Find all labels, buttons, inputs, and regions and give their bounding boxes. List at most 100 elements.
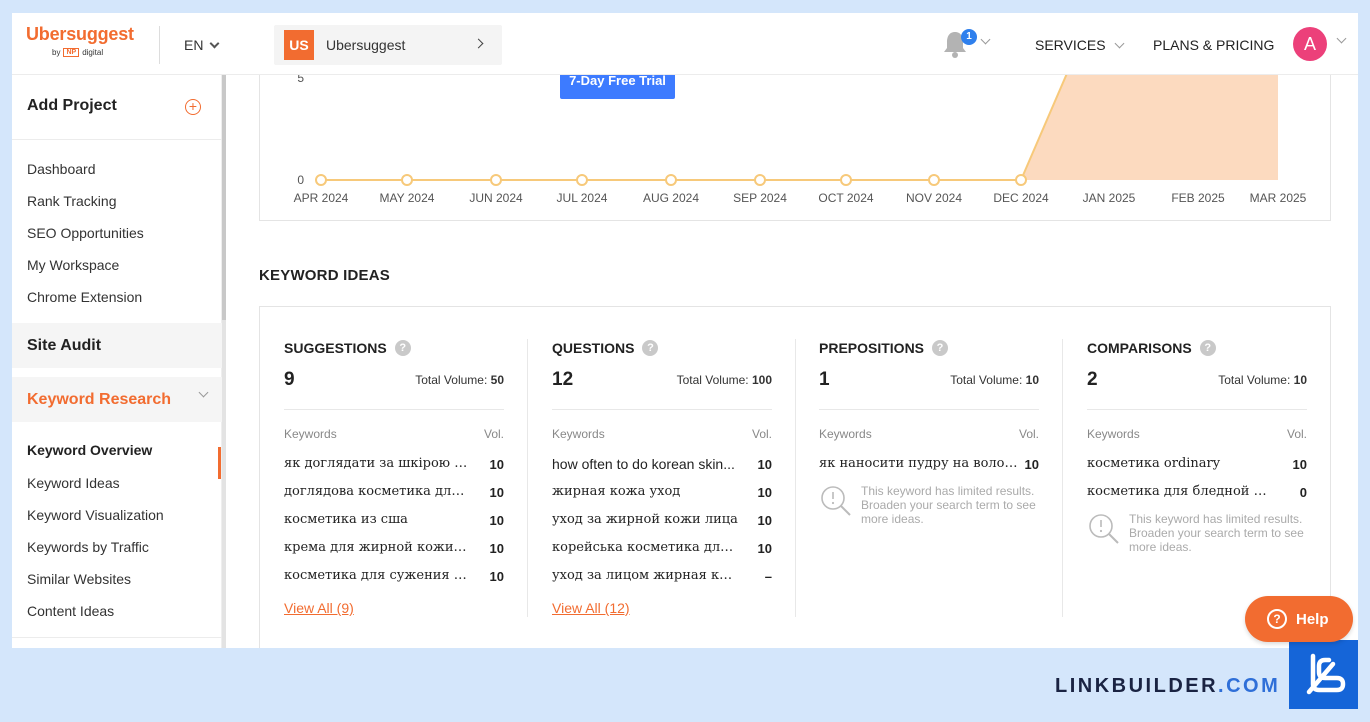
plus-circle-icon[interactable]: + (185, 99, 201, 115)
sidebar-section-site-audit[interactable]: Site Audit (12, 323, 222, 368)
keywords-header: Keywords (284, 427, 337, 441)
divider (1087, 409, 1307, 410)
project-badge: US (284, 30, 314, 60)
linkbuilder-logo-icon (1289, 640, 1358, 709)
help-circle-icon[interactable]: ? (394, 340, 411, 356)
keyword-volume: 10 (757, 541, 772, 556)
comparisons-count: 2 (1087, 369, 1098, 390)
column-title: PREPOSITIONS ? (819, 340, 949, 356)
ubersuggest-app: Ubersuggest by NP digital EN US Ubersugg… (12, 13, 1358, 648)
keyword-text: косметика из сша (284, 512, 408, 527)
x-tick-label: OCT 2024 (818, 191, 873, 205)
sidebar-item-my-workspace[interactable]: My Workspace (27, 257, 119, 273)
magnifier-alert-icon (1089, 514, 1119, 544)
vol-header: Vol. (1018, 427, 1039, 441)
list-item[interactable]: уход за жирной кожи лица 10 (552, 512, 772, 532)
list-item[interactable]: косметика для бледной кожи 0 (1087, 484, 1307, 504)
list-item[interactable]: how often to do korean skin... 10 (552, 456, 772, 476)
keyword-research-label[interactable]: Keyword Research (27, 391, 171, 409)
ubersuggest-logo[interactable]: Ubersuggest by NP digital (26, 24, 150, 57)
total-volume-label: Total Volume: (1218, 373, 1291, 387)
list-item[interactable]: корейська косметика для обл... 10 (552, 540, 772, 560)
keyword-volume: 10 (1024, 457, 1039, 472)
total-volume-value: 10 (1293, 373, 1307, 387)
project-selector[interactable]: US Ubersuggest (274, 25, 502, 65)
sidebar-item-keyword-visualization[interactable]: Keyword Visualization (27, 507, 164, 523)
chevron-down-icon (210, 38, 220, 48)
list-item[interactable]: жирная кожа уход 10 (552, 484, 772, 504)
keyword-text: доглядова косметика для жи... (284, 484, 470, 499)
logo-digital: digital (82, 48, 104, 57)
view-all-suggestions-link[interactable]: View All (9) (284, 600, 354, 616)
keyword-volume: 10 (757, 485, 772, 500)
sidebar-item-keyword-overview[interactable]: Keyword Overview (27, 442, 152, 458)
keyword-volume: 10 (489, 541, 504, 556)
x-tick-label: APR 2024 (294, 191, 349, 205)
avatar[interactable]: A (1293, 27, 1327, 61)
sidebar-item-rank-tracking[interactable]: Rank Tracking (27, 193, 116, 209)
divider (12, 139, 222, 140)
add-project-label[interactable]: Add Project (27, 97, 117, 115)
help-circle-icon[interactable]: ? (932, 340, 949, 356)
sidebar-item-chrome-extension[interactable]: Chrome Extension (27, 289, 142, 305)
questions-title: QUESTIONS (552, 340, 635, 356)
x-tick-label: SEP 2024 (733, 191, 787, 205)
search-volume-chart: 0 5 APR 2024 MAY 2024 JUN 2024 JUL 2024 AUG 20… (294, 75, 1307, 205)
total-volume-label: Total Volume: (676, 373, 749, 387)
data-point (315, 174, 327, 186)
x-tick-label: AUG 2024 (643, 191, 699, 205)
list-item[interactable]: як доглядати за шкірою обли... 10 (284, 456, 504, 476)
total-volume: Total Volume: 100 (677, 373, 772, 387)
chevron-down-icon[interactable] (1336, 33, 1347, 44)
column-divider (527, 339, 528, 617)
help-circle-icon[interactable]: ? (642, 340, 659, 356)
sidebar: Add Project + Dashboard Rank Tracking SE… (12, 75, 222, 648)
logo-byline: by NP digital (52, 48, 150, 57)
sidebar-item-seo-opportunities[interactable]: SEO Opportunities (27, 225, 144, 241)
x-tick-label: JUN 2024 (469, 191, 523, 205)
list-item[interactable]: уход за лицом жирная кожа – (552, 568, 772, 588)
list-item[interactable]: крема для жирной кожи лица 10 (284, 540, 504, 560)
suggestions-column: SUGGESTIONS ? 9 Total Volume: 50 Keyword… (284, 307, 504, 648)
sidebar-item-keywords-by-traffic[interactable]: Keywords by Traffic (27, 539, 149, 555)
services-label: SERVICES (1035, 37, 1106, 53)
brand-tld: .COM (1218, 675, 1281, 697)
sidebar-item-keyword-ideas[interactable]: Keyword Ideas (27, 475, 120, 491)
data-point (665, 174, 677, 186)
view-all-questions-link[interactable]: View All (12) (552, 600, 630, 616)
keyword-text: корейська косметика для обл... (552, 540, 738, 555)
chevron-right-icon (473, 38, 484, 49)
list-item[interactable]: косметика из сша 10 (284, 512, 504, 532)
services-menu[interactable]: SERVICES (1035, 37, 1124, 53)
help-button[interactable]: ? Help (1245, 596, 1353, 642)
divider (819, 409, 1039, 410)
vol-header: Vol. (751, 427, 772, 441)
x-tick-label: NOV 2024 (906, 191, 962, 205)
divider (284, 409, 504, 410)
keywords-header: Keywords (1087, 427, 1140, 441)
notification-badge: 1 (961, 29, 977, 45)
column-divider (1062, 339, 1063, 617)
plans-pricing-link[interactable]: PLANS & PRICING (1153, 37, 1274, 53)
chevron-down-icon[interactable] (980, 34, 991, 45)
help-circle-icon[interactable]: ? (1199, 340, 1216, 356)
total-volume: Total Volume: 10 (950, 373, 1039, 387)
sidebar-item-similar-websites[interactable]: Similar Websites (27, 571, 131, 587)
prepositions-count: 1 (819, 369, 830, 390)
list-item[interactable]: як наносити пудру на волосся 10 (819, 456, 1039, 476)
keyword-text: how often to do korean skin... (552, 456, 735, 472)
x-tick-label: JUL 2024 (557, 191, 608, 205)
list-item[interactable]: косметика ordinary 10 (1087, 456, 1307, 476)
list-item[interactable]: косметика для сужения пор 10 (284, 568, 504, 588)
sidebar-item-content-ideas[interactable]: Content Ideas (27, 603, 114, 619)
suggestions-title: SUGGESTIONS (284, 340, 387, 356)
data-point (754, 174, 766, 186)
list-item[interactable]: доглядова косметика для жи... 10 (284, 484, 504, 504)
language-selector[interactable]: EN (184, 37, 220, 53)
limited-results-text: This keyword has limited results. Broade… (861, 484, 1036, 526)
keyword-text: уход за жирной кожи лица (552, 512, 738, 527)
y-tick-label: 0 (297, 173, 304, 187)
keyword-ideas-card: SUGGESTIONS ? 9 Total Volume: 50 Keyword… (259, 306, 1331, 648)
sidebar-item-dashboard[interactable]: Dashboard (27, 161, 96, 177)
vol-header: Vol. (483, 427, 504, 441)
